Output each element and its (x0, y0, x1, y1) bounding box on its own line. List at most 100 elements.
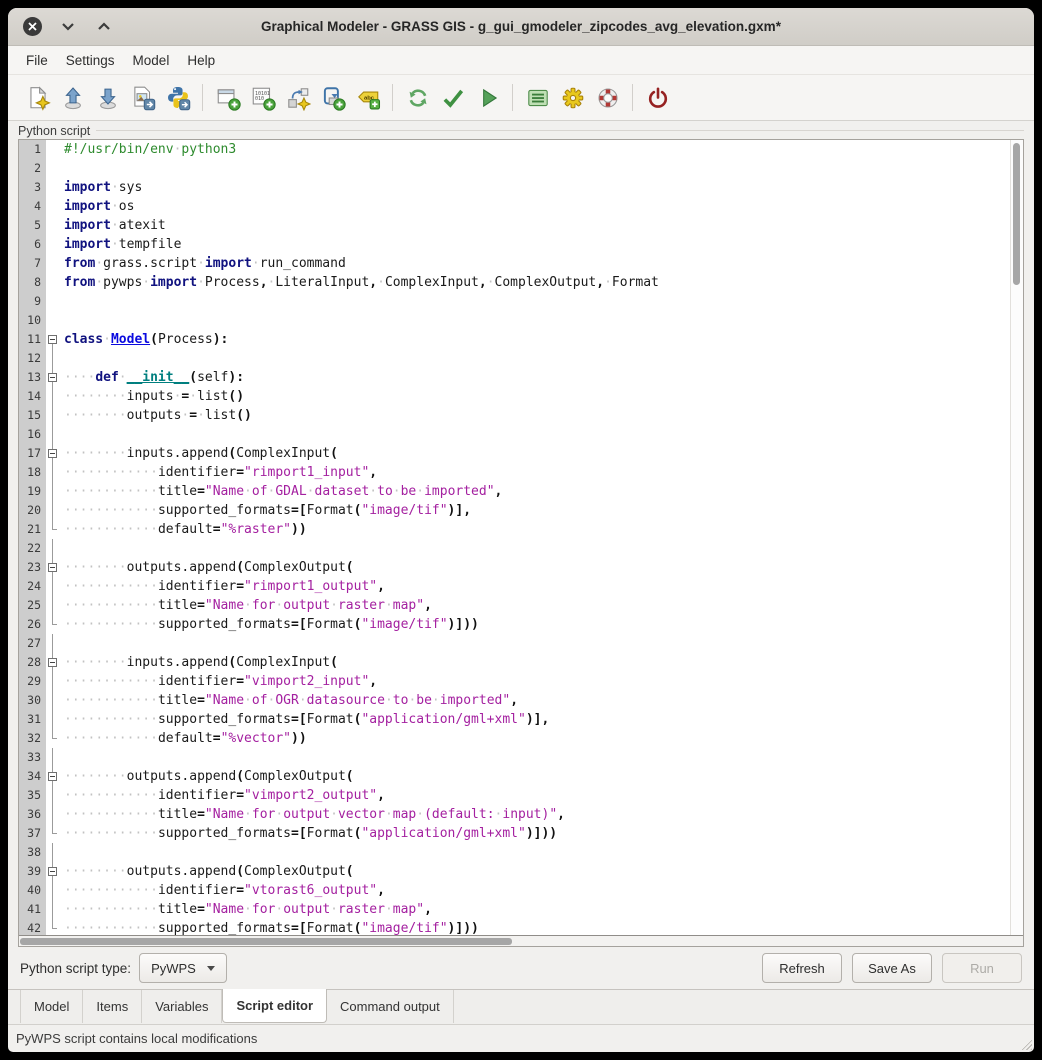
code-line-21[interactable]: 21············default="%raster")) (19, 520, 1010, 539)
code-line-20[interactable]: 20············supported_formats=[Format(… (19, 501, 1010, 520)
code-line-25[interactable]: 25············title="Name·for·output·ras… (19, 596, 1010, 615)
code-line-24[interactable]: 24············identifier="rimport1_outpu… (19, 577, 1010, 596)
horizontal-scrollbar-thumb[interactable] (20, 938, 512, 945)
add-relation-button[interactable] (281, 81, 314, 114)
fold-margin (46, 900, 59, 919)
validate-button[interactable] (436, 81, 469, 114)
validate-icon (440, 85, 466, 111)
code-line-9[interactable]: 9 (19, 292, 1010, 311)
code-line-35[interactable]: 35············identifier="vimport2_outpu… (19, 786, 1010, 805)
tab-command-output[interactable]: Command output (327, 990, 454, 1023)
fold-toggle[interactable] (46, 330, 59, 349)
code-line-40[interactable]: 40············identifier="vtorast6_outpu… (19, 881, 1010, 900)
code-line-33[interactable]: 33 (19, 748, 1010, 767)
code-line-4[interactable]: 4import·os (19, 197, 1010, 216)
code-line-10[interactable]: 10 (19, 311, 1010, 330)
menu-help[interactable]: Help (178, 53, 224, 68)
menu-model[interactable]: Model (124, 53, 179, 68)
settings-button[interactable] (556, 81, 589, 114)
fold-toggle[interactable] (46, 653, 59, 672)
line-number: 20 (19, 501, 46, 520)
code-line-28[interactable]: 28········inputs.append(ComplexInput( (19, 653, 1010, 672)
code-line-15[interactable]: 15········outputs·=·list() (19, 406, 1010, 425)
tab-items[interactable]: Items (83, 990, 142, 1023)
add-data-button[interactable]: 10101 010 (246, 81, 279, 114)
code-line-14[interactable]: 14········inputs·=·list() (19, 387, 1010, 406)
code-line-5[interactable]: 5import·atexit (19, 216, 1010, 235)
tab-variables[interactable]: Variables (142, 990, 222, 1023)
menu-file[interactable]: File (17, 53, 57, 68)
script-type-dropdown[interactable]: PyWPS (139, 953, 227, 983)
maximize-button[interactable] (94, 17, 114, 37)
code-line-8[interactable]: 8from·pywps·import·Process,·LiteralInput… (19, 273, 1010, 292)
code-line-41[interactable]: 41············title="Name·for·output·ras… (19, 900, 1010, 919)
code-line-6[interactable]: 6import·tempfile (19, 235, 1010, 254)
add-loop-button[interactable] (316, 81, 349, 114)
fold-toggle[interactable] (46, 862, 59, 881)
run-button[interactable]: Run (942, 953, 1022, 983)
fold-toggle[interactable] (46, 368, 59, 387)
line-number: 2 (19, 159, 46, 178)
python-script-editor[interactable]: 1#!/usr/bin/env·python323import·sys4impo… (18, 139, 1024, 947)
code-line-16[interactable]: 16 (19, 425, 1010, 444)
code-line-34[interactable]: 34········outputs.append(ComplexOutput( (19, 767, 1010, 786)
tab-script-editor[interactable]: Script editor (222, 989, 327, 1023)
tab-model[interactable]: Model (20, 990, 83, 1023)
code-line-3[interactable]: 3import·sys (19, 178, 1010, 197)
code-line-2[interactable]: 2 (19, 159, 1010, 178)
code-line-22[interactable]: 22 (19, 539, 1010, 558)
code-area[interactable]: 1#!/usr/bin/env·python323import·sys4impo… (19, 140, 1010, 935)
quit-button[interactable] (641, 81, 674, 114)
code-line-19[interactable]: 19············title="Name·of·GDAL·datase… (19, 482, 1010, 501)
menu-settings[interactable]: Settings (57, 53, 124, 68)
fold-toggle[interactable] (46, 767, 59, 786)
fold-margin (46, 159, 59, 178)
horizontal-scrollbar[interactable] (19, 935, 1023, 946)
resize-grip[interactable] (1019, 1037, 1032, 1050)
code-line-27[interactable]: 27 (19, 634, 1010, 653)
code-text: ············title="Name·for·output·vecto… (59, 805, 565, 824)
add-comment-button[interactable]: abc (351, 81, 384, 114)
code-line-26[interactable]: 26············supported_formats=[Format(… (19, 615, 1010, 634)
code-line-7[interactable]: 7from·grass.script·import·run_command (19, 254, 1010, 273)
code-line-18[interactable]: 18············identifier="rimport1_input… (19, 463, 1010, 482)
export-image-button[interactable] (126, 81, 159, 114)
add-command-button[interactable] (211, 81, 244, 114)
refresh-button[interactable]: Refresh (762, 953, 842, 983)
save-model-button[interactable] (91, 81, 124, 114)
code-line-36[interactable]: 36············title="Name·for·output·vec… (19, 805, 1010, 824)
help-button[interactable] (591, 81, 624, 114)
code-line-29[interactable]: 29············identifier="vimport2_input… (19, 672, 1010, 691)
close-button[interactable] (23, 17, 42, 36)
fold-toggle[interactable] (46, 558, 59, 577)
fold-margin (46, 520, 59, 539)
code-line-42[interactable]: 42············supported_formats=[Format(… (19, 919, 1010, 935)
line-number: 34 (19, 767, 46, 786)
export-python-button[interactable] (161, 81, 194, 114)
code-line-38[interactable]: 38 (19, 843, 1010, 862)
variables-button[interactable] (521, 81, 554, 114)
code-line-11[interactable]: 11class·Model(Process): (19, 330, 1010, 349)
new-model-button[interactable] (21, 81, 54, 114)
code-line-37[interactable]: 37············supported_formats=[Format(… (19, 824, 1010, 843)
run-model-button[interactable] (471, 81, 504, 114)
fold-toggle[interactable] (46, 444, 59, 463)
minimize-button[interactable] (58, 17, 78, 37)
line-number: 18 (19, 463, 46, 482)
code-line-23[interactable]: 23········outputs.append(ComplexOutput( (19, 558, 1010, 577)
code-line-17[interactable]: 17········inputs.append(ComplexInput( (19, 444, 1010, 463)
code-line-12[interactable]: 12 (19, 349, 1010, 368)
save-as-button[interactable]: Save As (852, 953, 932, 983)
code-line-39[interactable]: 39········outputs.append(ComplexOutput( (19, 862, 1010, 881)
code-line-13[interactable]: 13····def·__init__(self): (19, 368, 1010, 387)
vertical-scrollbar-thumb[interactable] (1013, 143, 1020, 285)
fold-margin (46, 843, 59, 862)
code-line-30[interactable]: 30············title="Name·of·OGR·datasou… (19, 691, 1010, 710)
redraw-button[interactable] (401, 81, 434, 114)
code-line-32[interactable]: 32············default="%vector")) (19, 729, 1010, 748)
code-line-31[interactable]: 31············supported_formats=[Format(… (19, 710, 1010, 729)
load-model-button[interactable] (56, 81, 89, 114)
vertical-scrollbar[interactable] (1010, 140, 1023, 935)
fold-margin (46, 729, 59, 748)
code-line-1[interactable]: 1#!/usr/bin/env·python3 (19, 140, 1010, 159)
